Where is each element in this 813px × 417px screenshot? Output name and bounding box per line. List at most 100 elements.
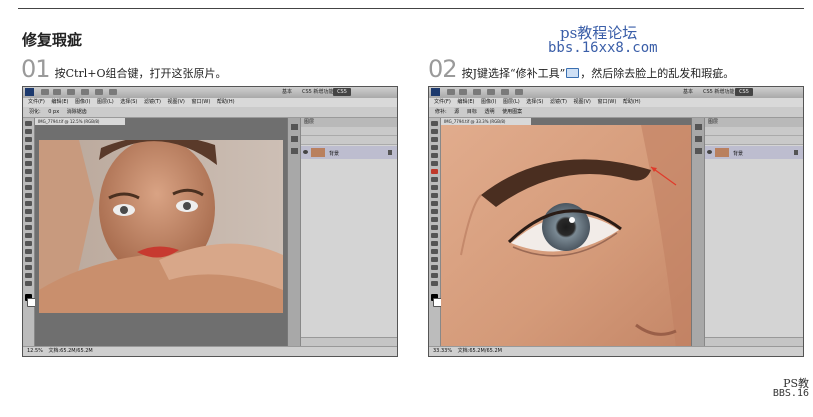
quick-select-tool-icon[interactable] xyxy=(431,145,438,150)
menu-file[interactable]: 文件(F) xyxy=(28,98,45,107)
swatches-panel-icon[interactable] xyxy=(290,148,298,154)
option-use-pattern[interactable]: 使用图案 xyxy=(502,107,522,117)
dodge-tool-icon[interactable] xyxy=(431,225,438,230)
layer-row[interactable]: 背景 xyxy=(301,146,397,159)
layers-panel-title[interactable]: 图层 xyxy=(301,118,397,127)
hand-icon[interactable] xyxy=(487,89,495,95)
pen-tool-icon[interactable] xyxy=(431,233,438,238)
eyedropper-tool-icon[interactable] xyxy=(25,161,32,166)
gradient-tool-icon[interactable] xyxy=(25,209,32,214)
lasso-tool-icon[interactable] xyxy=(25,137,32,142)
zoom-readout[interactable]: 33.33% xyxy=(433,347,452,356)
type-tool-icon[interactable] xyxy=(25,241,32,246)
cs-live-badge[interactable]: CS5 xyxy=(735,88,753,96)
arrange-icon[interactable] xyxy=(501,89,509,95)
shape-tool-icon[interactable] xyxy=(25,257,32,262)
menu-window[interactable]: 窗口(W) xyxy=(597,98,616,107)
hand-tool-icon[interactable] xyxy=(431,273,438,278)
dodge-tool-icon[interactable] xyxy=(25,225,32,230)
path-select-tool-icon[interactable] xyxy=(431,249,438,254)
gradient-tool-icon[interactable] xyxy=(431,209,438,214)
history-panel-icon[interactable] xyxy=(694,124,702,130)
3d-tool-icon[interactable] xyxy=(25,265,32,270)
menu-select[interactable]: 选择(S) xyxy=(120,98,137,107)
option-antialias[interactable]: 消除锯齿 xyxy=(67,107,87,117)
move-tool-icon[interactable] xyxy=(431,121,438,126)
option-destination[interactable]: 目标 xyxy=(467,107,477,117)
zoom-level-icon[interactable] xyxy=(67,89,75,95)
workspace-essentials[interactable]: 基本 xyxy=(282,88,292,95)
menu-view[interactable]: 视图(V) xyxy=(168,98,185,107)
eyedropper-tool-icon[interactable] xyxy=(431,161,438,166)
swatches-panel-icon[interactable] xyxy=(694,148,702,154)
option-transparent[interactable]: 透明 xyxy=(485,107,495,117)
hand-tool-icon[interactable] xyxy=(25,273,32,278)
bridge-icon[interactable] xyxy=(447,89,455,95)
hand-icon[interactable] xyxy=(81,89,89,95)
workspace-cs5-new[interactable]: CS5 新增功能 xyxy=(703,88,734,95)
menu-help[interactable]: 帮助(H) xyxy=(217,98,235,107)
stamp-tool-icon[interactable] xyxy=(431,185,438,190)
history-brush-tool-icon[interactable] xyxy=(431,193,438,198)
menu-edit[interactable]: 编辑(E) xyxy=(457,98,474,107)
bridge-icon[interactable] xyxy=(41,89,49,95)
type-tool-icon[interactable] xyxy=(431,241,438,246)
path-select-tool-icon[interactable] xyxy=(25,249,32,254)
history-panel-icon[interactable] xyxy=(290,124,298,130)
minibridge-icon[interactable] xyxy=(53,89,61,95)
document-tab[interactable]: IMG_7794.tif @ 33.3% (RGB/8) xyxy=(441,118,531,125)
brush-tool-icon[interactable] xyxy=(25,177,32,182)
menu-layer[interactable]: 图层(L) xyxy=(97,98,114,107)
patch-tool-icon[interactable] xyxy=(431,169,438,174)
lasso-tool-icon[interactable] xyxy=(431,137,438,142)
marquee-tool-icon[interactable] xyxy=(25,129,32,134)
move-tool-icon[interactable] xyxy=(25,121,32,126)
arrange-icon[interactable] xyxy=(95,89,103,95)
history-brush-tool-icon[interactable] xyxy=(25,193,32,198)
menu-layer[interactable]: 图层(L) xyxy=(503,98,520,107)
zoom-tool-icon[interactable] xyxy=(431,281,438,286)
screen-mode-icon[interactable] xyxy=(109,89,117,95)
menu-select[interactable]: 选择(S) xyxy=(526,98,543,107)
visibility-icon[interactable] xyxy=(303,150,308,154)
menu-window[interactable]: 窗口(W) xyxy=(191,98,210,107)
actions-panel-icon[interactable] xyxy=(694,136,702,142)
crop-tool-icon[interactable] xyxy=(431,153,438,158)
cs-live-badge[interactable]: CS5 xyxy=(333,88,351,96)
workspace-cs5-new[interactable]: CS5 新增功能 xyxy=(302,88,333,95)
menu-edit[interactable]: 编辑(E) xyxy=(51,98,68,107)
eraser-tool-icon[interactable] xyxy=(431,201,438,206)
workspace-essentials[interactable]: 基本 xyxy=(683,88,693,95)
eraser-tool-icon[interactable] xyxy=(25,201,32,206)
quick-select-tool-icon[interactable] xyxy=(25,145,32,150)
zoom-readout[interactable]: 12.5% xyxy=(27,347,43,356)
menu-filter[interactable]: 滤镜(T) xyxy=(144,98,161,107)
option-feather-value[interactable]: 0 px xyxy=(48,107,59,117)
menu-filter[interactable]: 滤镜(T) xyxy=(550,98,567,107)
menu-image[interactable]: 图像(I) xyxy=(75,98,90,107)
healing-tool-icon[interactable] xyxy=(25,169,32,174)
minibridge-icon[interactable] xyxy=(459,89,467,95)
crop-tool-icon[interactable] xyxy=(25,153,32,158)
zoom-tool-icon[interactable] xyxy=(25,281,32,286)
document-tab[interactable]: IMG_7794.tif @ 12.5% (RGB/8) xyxy=(35,118,125,125)
layer-row[interactable]: 背景 xyxy=(705,146,803,159)
menu-view[interactable]: 视图(V) xyxy=(574,98,591,107)
menu-help[interactable]: 帮助(H) xyxy=(623,98,641,107)
menu-file[interactable]: 文件(F) xyxy=(434,98,451,107)
screen-mode-icon[interactable] xyxy=(515,89,523,95)
blur-tool-icon[interactable] xyxy=(25,217,32,222)
actions-panel-icon[interactable] xyxy=(290,136,298,142)
pen-tool-icon[interactable] xyxy=(25,233,32,238)
menu-image[interactable]: 图像(I) xyxy=(481,98,496,107)
3d-tool-icon[interactable] xyxy=(431,265,438,270)
marquee-tool-icon[interactable] xyxy=(431,129,438,134)
brush-tool-icon[interactable] xyxy=(431,177,438,182)
blur-tool-icon[interactable] xyxy=(431,217,438,222)
layers-panel-title[interactable]: 图层 xyxy=(705,118,803,127)
option-source[interactable]: 源 xyxy=(454,107,459,117)
stamp-tool-icon[interactable] xyxy=(25,185,32,190)
visibility-icon[interactable] xyxy=(707,150,712,154)
shape-tool-icon[interactable] xyxy=(431,257,438,262)
zoom-level-icon[interactable] xyxy=(473,89,481,95)
